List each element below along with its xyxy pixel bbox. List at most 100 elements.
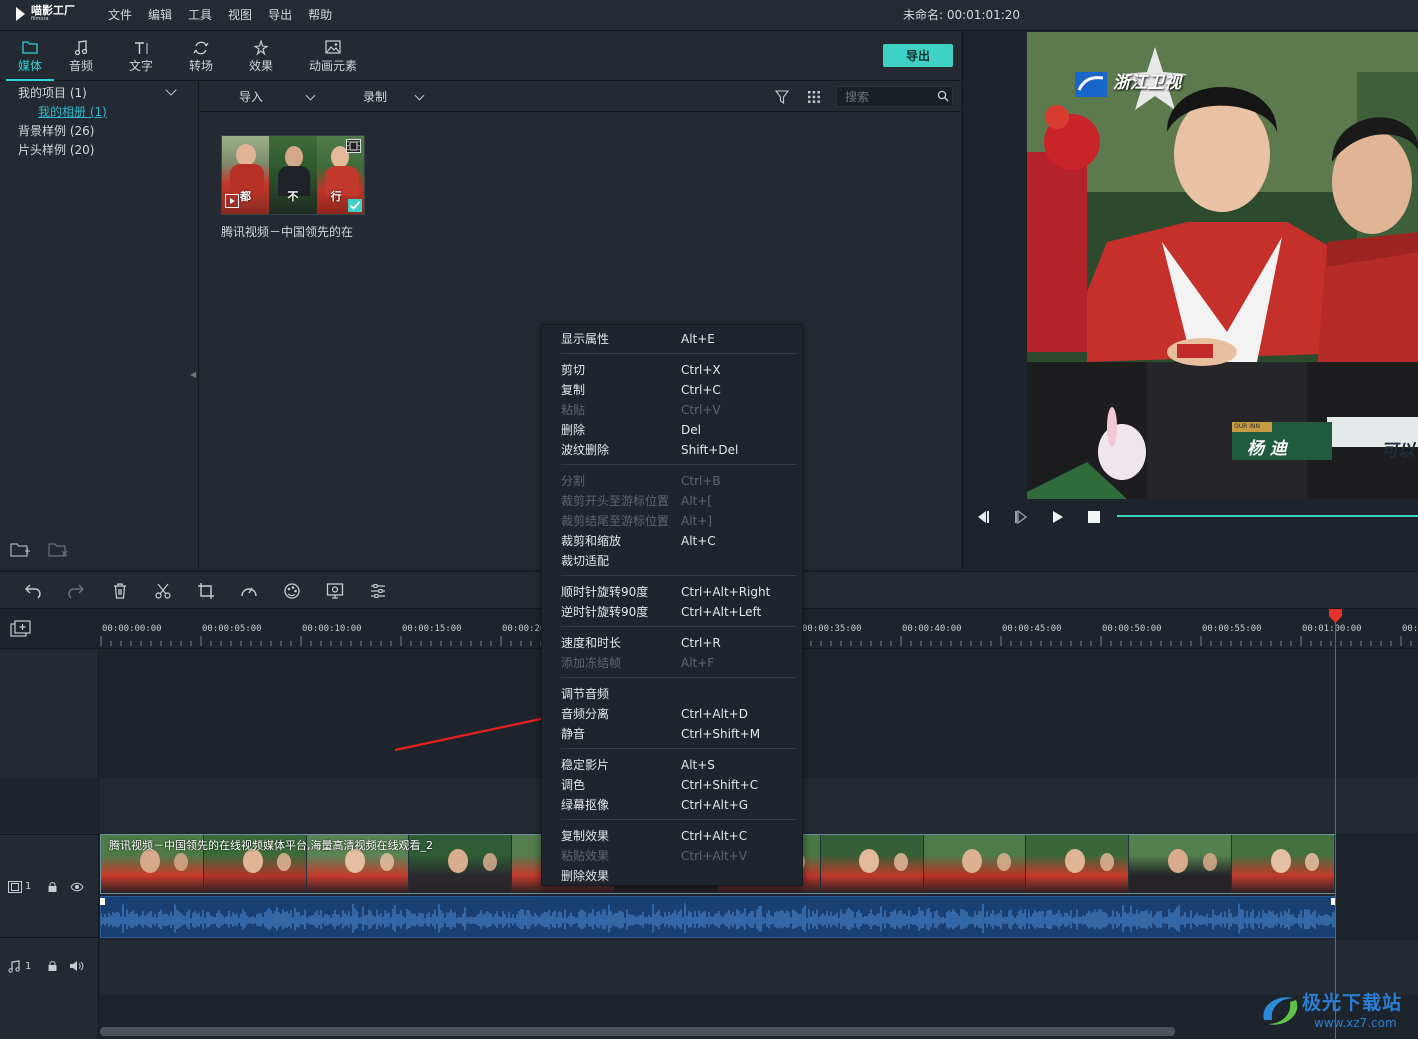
context-menu-item[interactable]: 顺时针旋转90度 Ctrl+Alt+Right bbox=[561, 582, 797, 602]
redo-icon[interactable] bbox=[67, 582, 85, 600]
eye-icon[interactable] bbox=[70, 882, 84, 895]
watermark-logo-icon bbox=[1263, 997, 1298, 1025]
menu-item-shortcut: Ctrl+R bbox=[681, 636, 721, 650]
audio-track-row[interactable] bbox=[100, 940, 1418, 995]
cut-icon[interactable] bbox=[154, 582, 172, 600]
new-folder-icon[interactable] bbox=[10, 542, 30, 561]
tree-my-album[interactable]: 我的相册 (1) bbox=[38, 103, 107, 120]
grid-view-icon[interactable] bbox=[807, 90, 821, 107]
context-menu-item[interactable]: 删除 Del bbox=[561, 420, 797, 440]
adjust-icon[interactable] bbox=[369, 582, 387, 600]
menu-edit[interactable]: 编辑 bbox=[140, 0, 180, 30]
media-clip-card[interactable]: 都 不 行 腾讯视频－中国领先的在 bbox=[221, 135, 365, 240]
green-screen-icon[interactable] bbox=[326, 582, 344, 600]
export-button[interactable]: 导出 bbox=[883, 44, 953, 67]
context-menu-item[interactable]: 裁切适配 bbox=[561, 551, 797, 571]
menu-item-label: 音频分离 bbox=[561, 707, 610, 721]
playhead-marker-icon[interactable] bbox=[1328, 609, 1343, 623]
menu-item-shortcut: Ctrl+Shift+M bbox=[681, 727, 761, 741]
tab-effects[interactable]: 效果 bbox=[231, 31, 291, 81]
undo-icon[interactable] bbox=[24, 582, 42, 600]
menu-item-shortcut: Ctrl+Alt+C bbox=[681, 829, 748, 843]
clip-start-handle[interactable] bbox=[100, 898, 105, 905]
context-menu-item[interactable]: 逆时针旋转90度 Ctrl+Alt+Left bbox=[561, 602, 797, 622]
preview-video[interactable]: 浙江卫视 OUR INN 杨 迪 可以 bbox=[1027, 32, 1418, 499]
app-logo: 喵影工厂 filmora bbox=[16, 5, 75, 22]
lock-icon[interactable] bbox=[47, 881, 58, 896]
menu-item-label: 删除 bbox=[561, 423, 586, 437]
context-menu-item[interactable]: 复制 Ctrl+C bbox=[561, 380, 797, 400]
menu-item-label: 顺时针旋转90度 bbox=[561, 585, 649, 599]
context-menu-item[interactable]: 绿幕抠像 Ctrl+Alt+G bbox=[561, 795, 797, 815]
prev-frame-icon[interactable] bbox=[975, 510, 991, 527]
menu-item-label: 粘贴效果 bbox=[561, 849, 610, 863]
search-icon[interactable] bbox=[937, 90, 949, 105]
context-menu-item[interactable]: 速度和时长 Ctrl+R bbox=[561, 633, 797, 653]
watermark: 极光下载站 www.xz7.com bbox=[1256, 986, 1416, 1036]
import-button[interactable]: 导入 bbox=[239, 82, 263, 112]
speed-icon[interactable] bbox=[240, 582, 258, 600]
clip-name: 腾讯视频－中国领先的在 bbox=[221, 225, 354, 239]
context-menu-item[interactable]: 稳定影片 Alt+S bbox=[561, 755, 797, 775]
menu-file[interactable]: 文件 bbox=[100, 0, 140, 30]
context-menu-item[interactable]: 音频分离 Ctrl+Alt+D bbox=[561, 704, 797, 724]
chevron-down-icon[interactable] bbox=[165, 84, 177, 96]
delete-folder-icon[interactable] bbox=[48, 542, 68, 561]
video-track-number: 1 bbox=[25, 881, 32, 892]
menu-item-label: 稳定影片 bbox=[561, 758, 610, 772]
tree-my-project[interactable]: 我的项目 (1) bbox=[18, 84, 87, 101]
text-icon bbox=[111, 31, 171, 57]
menu-item-shortcut: Alt+] bbox=[681, 514, 712, 528]
context-menu-item[interactable]: 显示属性 Alt+E bbox=[561, 329, 797, 349]
menu-tools[interactable]: 工具 bbox=[180, 0, 220, 30]
import-chevron-icon[interactable] bbox=[305, 90, 316, 101]
delete-icon[interactable] bbox=[111, 582, 129, 600]
menu-item-shortcut: Ctrl+Alt+Left bbox=[681, 605, 762, 619]
caption-tag: OUR INN bbox=[1234, 423, 1260, 430]
context-menu-item[interactable]: 删除效果 bbox=[561, 866, 797, 886]
audio-lock-icon[interactable] bbox=[47, 960, 58, 975]
tab-transition[interactable]: 转场 bbox=[171, 31, 231, 81]
ruler-time-label: 00:00:10:00 bbox=[302, 624, 362, 634]
menu-item-label: 逆时针旋转90度 bbox=[561, 605, 649, 619]
add-track-icon[interactable] bbox=[10, 620, 32, 641]
context-menu-item[interactable]: 调节音频 bbox=[561, 684, 797, 704]
color-icon[interactable] bbox=[283, 582, 301, 600]
timeline-scrollbar[interactable] bbox=[100, 1027, 1175, 1036]
playhead-line[interactable] bbox=[1335, 609, 1336, 1039]
menu-item-shortcut: Del bbox=[681, 423, 701, 437]
context-menu-item: 裁剪结尾至游标位置 Alt+] bbox=[561, 511, 797, 531]
context-menu-item[interactable]: 剪切 Ctrl+X bbox=[561, 360, 797, 380]
play-icon[interactable] bbox=[1051, 510, 1065, 527]
audio-waveform[interactable] bbox=[100, 896, 1336, 938]
logo-sub: filmora bbox=[31, 16, 49, 22]
search-input[interactable] bbox=[836, 86, 953, 107]
speaker-icon[interactable] bbox=[69, 960, 85, 975]
preview-progress-bar[interactable] bbox=[1117, 515, 1418, 517]
stop-icon[interactable] bbox=[1087, 510, 1101, 527]
clip-thumbnail[interactable]: 都 不 行 bbox=[221, 135, 365, 215]
context-menu-item[interactable]: 波纹删除 Shift+Del bbox=[561, 440, 797, 460]
filter-icon[interactable] bbox=[774, 90, 790, 107]
context-menu-item[interactable]: 裁剪和缩放 Alt+C bbox=[561, 531, 797, 551]
collapse-left-icon[interactable]: ◀ bbox=[190, 370, 196, 379]
context-menu-item[interactable]: 静音 Ctrl+Shift+M bbox=[561, 724, 797, 744]
record-button[interactable]: 录制 bbox=[363, 82, 387, 112]
context-menu-item[interactable]: 复制效果 Ctrl+Alt+C bbox=[561, 826, 797, 846]
menu-export[interactable]: 导出 bbox=[260, 0, 300, 30]
tab-audio[interactable]: 音频 bbox=[51, 31, 111, 81]
tab-text[interactable]: 文字 bbox=[111, 31, 171, 81]
menu-help[interactable]: 帮助 bbox=[300, 0, 340, 30]
context-menu-item[interactable]: 调色 Ctrl+Shift+C bbox=[561, 775, 797, 795]
next-frame-icon[interactable] bbox=[1013, 509, 1029, 527]
tree-bg-samples[interactable]: 背景样例 (26) bbox=[18, 122, 94, 139]
record-chevron-icon[interactable] bbox=[414, 90, 425, 101]
crop-icon[interactable] bbox=[197, 582, 215, 600]
music-note-icon bbox=[51, 31, 111, 57]
tree-intro-samples[interactable]: 片头样例 (20) bbox=[18, 141, 94, 158]
thumb-text-2: 不 bbox=[287, 190, 299, 203]
menu-view[interactable]: 视图 bbox=[220, 0, 260, 30]
menu-item-label: 复制效果 bbox=[561, 829, 610, 843]
tab-animation[interactable]: 动画元素 bbox=[303, 31, 363, 81]
checkmark-icon bbox=[348, 199, 362, 212]
